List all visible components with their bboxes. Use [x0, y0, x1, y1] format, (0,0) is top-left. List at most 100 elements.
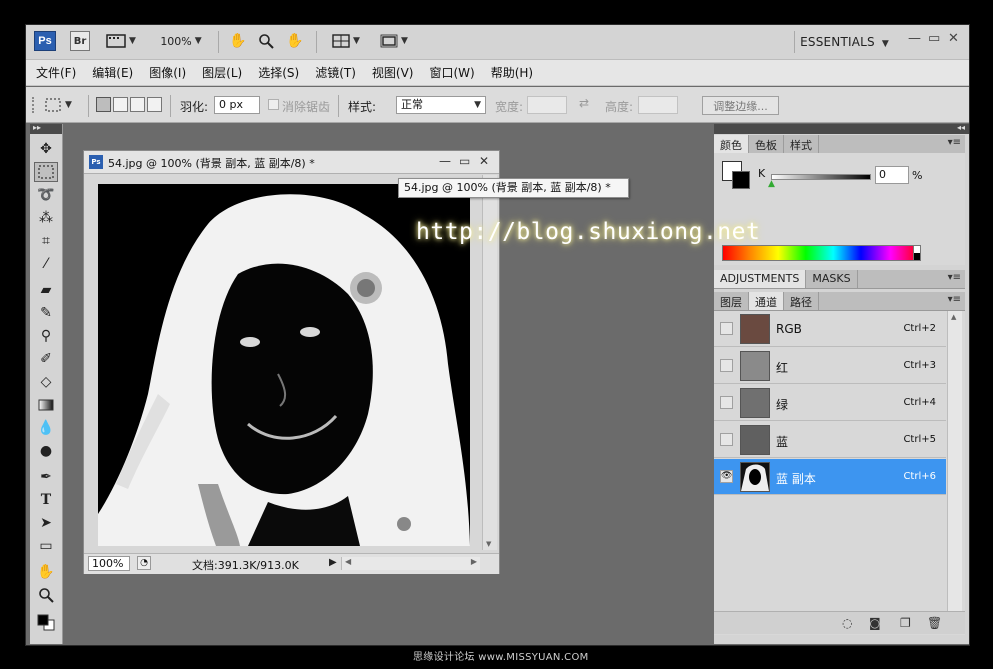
add-selection-button[interactable]	[113, 97, 128, 112]
status-menu-icon[interactable]: ◔	[137, 556, 151, 570]
save-selection-icon[interactable]: ◙	[869, 616, 881, 630]
healing-brush-tool[interactable]: ▰	[34, 280, 58, 300]
screen-mode-button[interactable]: ▼	[376, 32, 412, 50]
type-tool[interactable]: T	[34, 490, 58, 510]
marquee-tool[interactable]	[34, 162, 58, 182]
menu-file[interactable]: 文件(F)	[36, 64, 76, 81]
color-spectrum-bar[interactable]	[722, 245, 921, 261]
document-horizontal-scrollbar[interactable]: ◀ ▶	[341, 557, 480, 570]
zoom-level-select[interactable]: 100% ▼	[156, 32, 206, 50]
doc-minimize-icon[interactable]: —	[439, 154, 451, 168]
scroll-down-icon[interactable]: ▼	[486, 540, 491, 548]
gradient-tool[interactable]	[34, 395, 58, 415]
panel-menu-icon[interactable]: ▾≡	[948, 272, 961, 283]
background-color-swatch[interactable]	[732, 171, 750, 189]
history-brush-tool[interactable]: ✐	[34, 349, 58, 369]
eyedropper-tool[interactable]: ⁄	[34, 254, 58, 274]
minimize-icon[interactable]: —	[908, 31, 921, 46]
tab-adjustments[interactable]: ADJUSTMENTS	[714, 270, 807, 288]
antialias-checkbox[interactable]	[268, 99, 279, 110]
tab-swatches[interactable]: 色板	[749, 135, 784, 153]
tab-layers[interactable]: 图层	[714, 292, 749, 310]
dodge-tool[interactable]: ●	[34, 441, 58, 461]
tab-paths[interactable]: 路径	[784, 292, 819, 310]
channel-row-blue-copy[interactable]: 👁 蓝 副本 Ctrl+6	[714, 459, 946, 495]
scroll-up-icon[interactable]: ▲	[951, 313, 956, 321]
panel-dock-header[interactable]: ◂◂	[714, 123, 969, 134]
doc-maximize-icon[interactable]: ▭	[459, 154, 470, 168]
crop-tool[interactable]: ⌗	[34, 231, 58, 251]
status-arrow-icon[interactable]: ▶	[329, 557, 337, 568]
subtract-selection-button[interactable]	[130, 97, 145, 112]
document-zoom-input[interactable]: 100%	[88, 556, 130, 571]
refine-edge-button[interactable]: 调整边缘...	[702, 96, 779, 115]
workspace-switcher[interactable]: ESSENTIALS ▼	[800, 35, 889, 49]
menu-view[interactable]: 视图(V)	[372, 64, 414, 81]
visibility-toggle[interactable]	[720, 359, 733, 372]
lasso-tool[interactable]: ➰	[34, 185, 58, 205]
menu-edit[interactable]: 编辑(E)	[92, 64, 133, 81]
k-value-input[interactable]: 0	[875, 166, 909, 184]
visibility-toggle[interactable]	[720, 396, 733, 409]
tool-preset-picker[interactable]: ▼	[44, 96, 80, 114]
maximize-icon[interactable]: ▭	[928, 31, 940, 46]
zoom-tool[interactable]	[34, 585, 58, 605]
arrange-documents-button[interactable]: ▼	[328, 32, 364, 50]
brush-tool[interactable]: ✎	[34, 303, 58, 323]
doc-close-icon[interactable]: ✕	[479, 154, 489, 168]
grip-handle[interactable]	[32, 97, 36, 113]
menu-select[interactable]: 选择(S)	[258, 64, 299, 81]
menu-help[interactable]: 帮助(H)	[491, 64, 533, 81]
channel-row-blue[interactable]: 蓝 Ctrl+5	[714, 422, 946, 458]
hand-tool[interactable]: ✋	[34, 562, 58, 582]
black-white-ramp[interactable]	[913, 245, 921, 261]
view-extras-button[interactable]: ▼	[104, 32, 138, 50]
channels-vertical-scrollbar[interactable]: ▲ ▼	[947, 311, 962, 621]
channel-row-green[interactable]: 绿 Ctrl+4	[714, 385, 946, 421]
visibility-toggle[interactable]	[720, 433, 733, 446]
feather-input[interactable]: 0 px	[214, 96, 260, 114]
visibility-toggle[interactable]: 👁	[720, 470, 733, 483]
style-select[interactable]: 正常 ▼	[396, 96, 486, 114]
screen-mode-icon	[380, 34, 398, 48]
menu-window[interactable]: 窗口(W)	[429, 64, 474, 81]
path-selection-tool[interactable]: ➤	[34, 513, 58, 533]
menu-filter[interactable]: 滤镜(T)	[315, 64, 356, 81]
channel-row-rgb[interactable]: RGB Ctrl+2	[714, 311, 946, 347]
menu-image[interactable]: 图像(I)	[149, 64, 186, 81]
color-swatches[interactable]	[34, 612, 58, 632]
pen-tool[interactable]: ✒	[34, 467, 58, 487]
move-tool[interactable]: ✥	[34, 139, 58, 159]
panel-menu-icon[interactable]: ▾≡	[948, 137, 961, 148]
tab-styles[interactable]: 样式	[784, 135, 819, 153]
zoom-tool-button[interactable]	[256, 32, 276, 50]
toolbox-header[interactable]: ▸▸	[30, 123, 62, 134]
rotate-view-button[interactable]: ✋	[284, 32, 306, 50]
clone-stamp-tool[interactable]: ⚲	[34, 326, 58, 346]
document-title-bar[interactable]: Ps 54.jpg @ 100% (背景 副本, 蓝 副本/8) * — ▭ ✕	[84, 151, 499, 174]
scroll-left-icon[interactable]: ◀	[345, 557, 351, 566]
trash-icon[interactable]: 🗑	[927, 616, 942, 630]
load-selection-icon[interactable]: ◌	[842, 616, 852, 630]
intersect-selection-button[interactable]	[147, 97, 162, 112]
bridge-button[interactable]: Br	[70, 31, 90, 51]
tab-masks[interactable]: MASKS	[806, 270, 858, 288]
visibility-toggle[interactable]	[720, 322, 733, 335]
menu-layer[interactable]: 图层(L)	[202, 64, 242, 81]
shape-tool[interactable]: ▭	[34, 536, 58, 556]
eraser-tool[interactable]: ◇	[34, 372, 58, 392]
tab-channels[interactable]: 通道	[749, 292, 784, 310]
panel-menu-icon[interactable]: ▾≡	[948, 294, 961, 305]
hand-tool-button[interactable]: ✋	[228, 32, 248, 50]
k-slider[interactable]	[771, 174, 871, 180]
slider-thumb-icon[interactable]: ▲	[768, 179, 775, 189]
blur-tool[interactable]: 💧	[34, 418, 58, 438]
new-selection-button[interactable]	[96, 97, 111, 112]
new-channel-icon[interactable]: ❐	[900, 616, 911, 630]
image-canvas[interactable]	[98, 184, 470, 546]
channel-row-red[interactable]: 红 Ctrl+3	[714, 348, 946, 384]
close-icon[interactable]: ✕	[948, 31, 959, 46]
scroll-right-icon[interactable]: ▶	[471, 557, 477, 566]
tab-color[interactable]: 颜色	[714, 135, 749, 153]
quick-selection-tool[interactable]: ⁂	[34, 208, 58, 228]
